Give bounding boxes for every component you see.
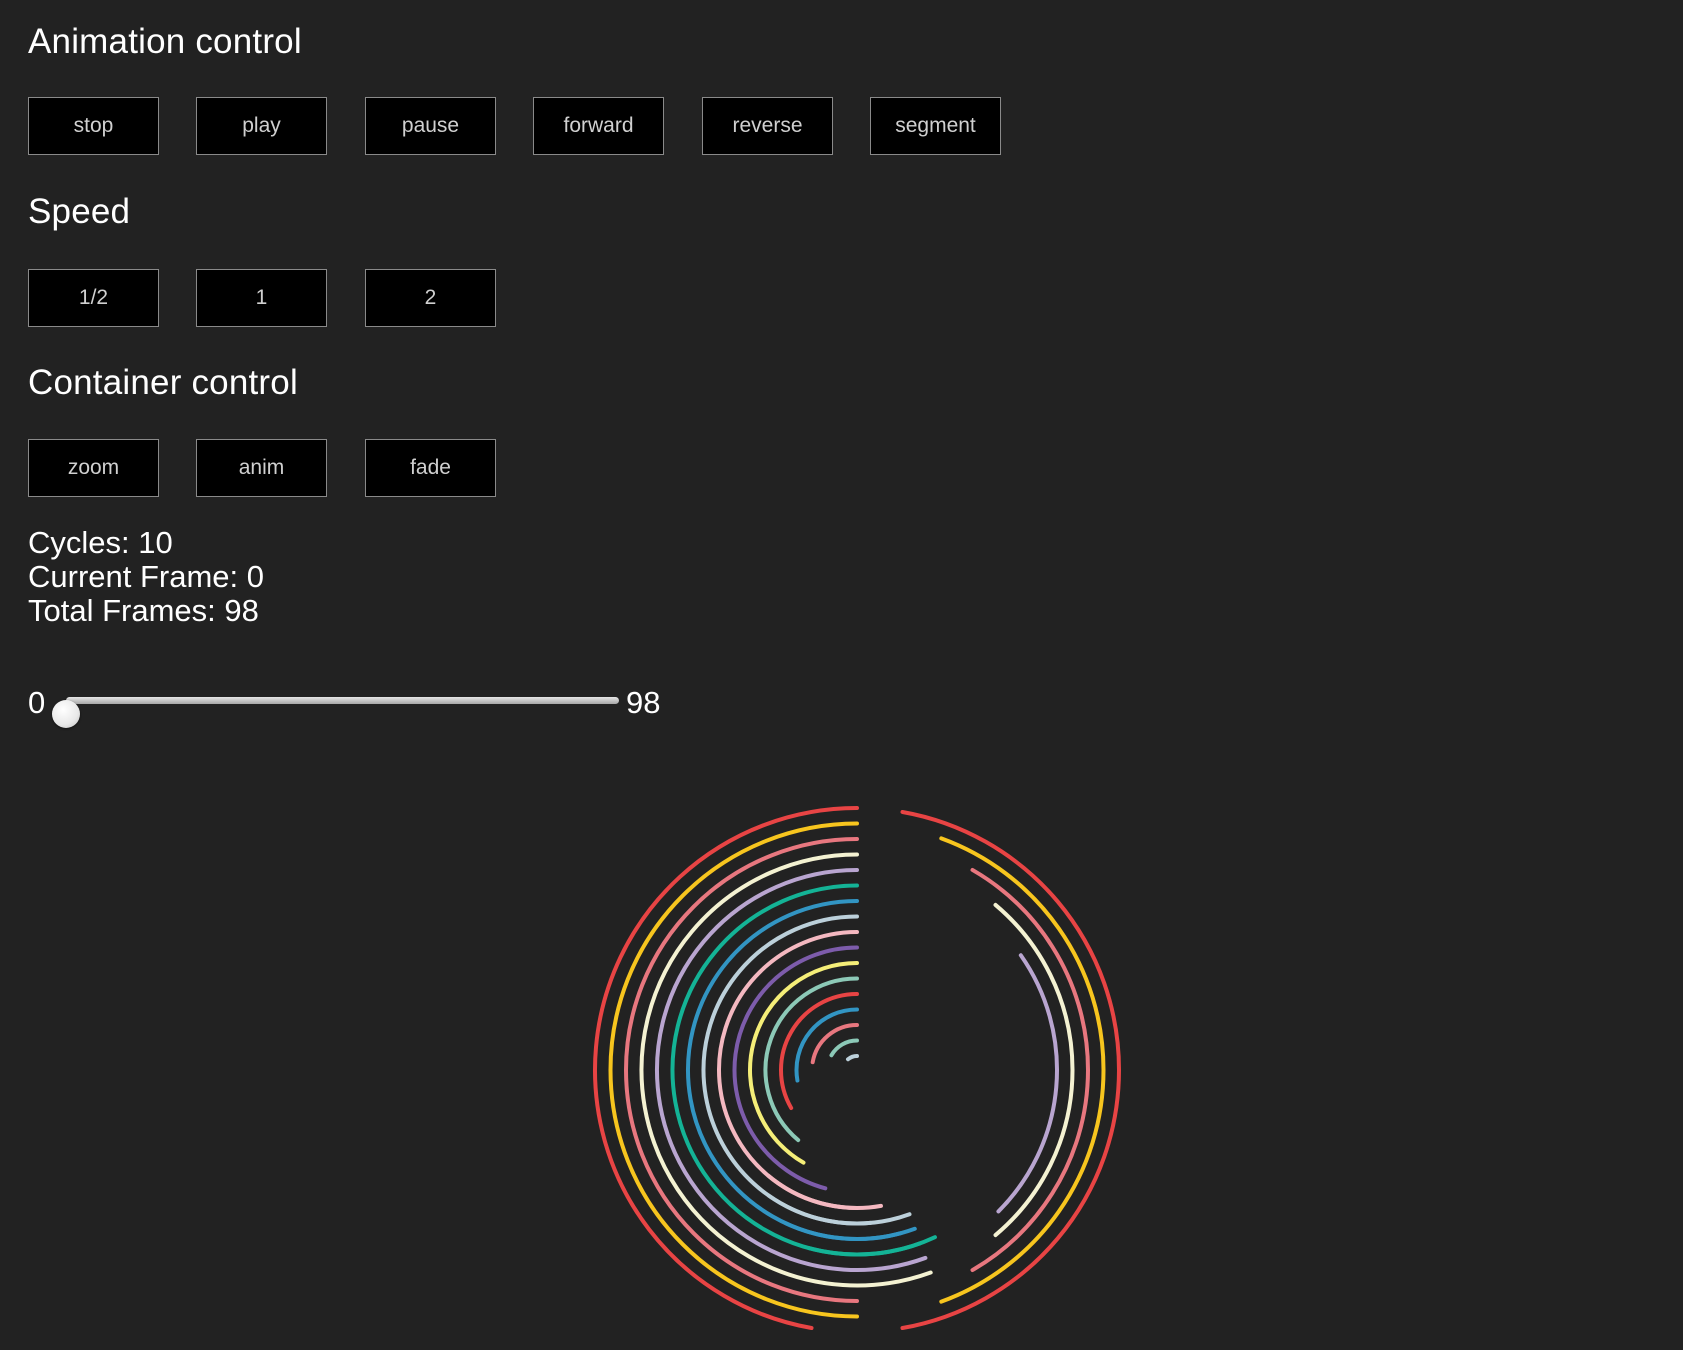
animation-container <box>574 790 1140 1350</box>
speed-half-button[interactable]: 1/2 <box>28 269 159 327</box>
slider-min-label: 0 <box>28 685 46 720</box>
concentric-rings-animation <box>593 806 1121 1331</box>
frame-slider: 0 98 <box>28 683 668 728</box>
ring-arc-left <box>846 1054 859 1062</box>
slider-track[interactable] <box>52 697 619 728</box>
ring-arc-left <box>829 1038 859 1058</box>
current-frame-text: Current Frame: 0 <box>28 559 265 594</box>
forward-button[interactable]: forward <box>533 97 664 155</box>
pause-button[interactable]: pause <box>365 97 496 155</box>
speed-1-button[interactable]: 1 <box>196 269 327 327</box>
speed-2-button[interactable]: 2 <box>365 269 496 327</box>
zoom-button[interactable]: zoom <box>28 439 159 497</box>
cycles-text: Cycles: 10 <box>28 525 173 560</box>
container-control-heading: Container control <box>28 363 298 402</box>
slider-max-label: 98 <box>626 685 661 720</box>
fade-button[interactable]: fade <box>365 439 496 497</box>
stop-button[interactable]: stop <box>28 97 159 155</box>
animation-demo-page: Animation control stop play pause forwar… <box>0 0 1683 1350</box>
segment-button[interactable]: segment <box>870 97 1001 155</box>
ring-arc-right <box>993 902 1075 1238</box>
ring-arc-left <box>686 899 917 1241</box>
speed-heading: Speed <box>28 192 131 231</box>
anim-button[interactable]: anim <box>196 439 327 497</box>
animation-control-heading: Animation control <box>28 22 302 61</box>
ring-arc-left <box>794 1007 859 1083</box>
ring-arc-right <box>783 1221 903 1241</box>
reverse-button[interactable]: reverse <box>702 97 833 155</box>
total-frames-text: Total Frames: 98 <box>28 593 259 628</box>
slider-thumb[interactable] <box>52 700 80 728</box>
ring-arc-left <box>717 930 883 1210</box>
animation-info: Cycles: 10 Current Frame: 0 Total Frames… <box>28 526 264 628</box>
play-button[interactable]: play <box>196 97 327 155</box>
